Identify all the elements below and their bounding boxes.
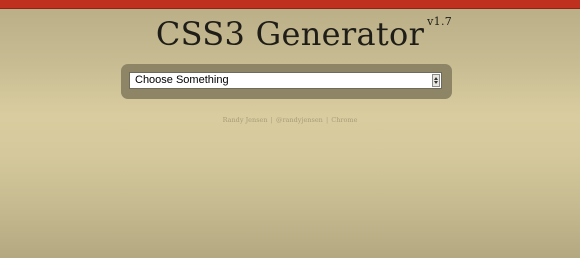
top-accent-bar: [0, 0, 580, 9]
arrow-down-icon: [434, 81, 438, 84]
select-arrow-icon[interactable]: [432, 74, 440, 87]
footer-separator: |: [325, 116, 329, 124]
twitter-link[interactable]: @randyjensen: [276, 116, 323, 124]
browser-link[interactable]: Chrome: [331, 116, 357, 124]
generator-select-value: Choose Something: [135, 74, 229, 86]
footer: Randy Jensen | @randyjensen | Chrome: [0, 116, 580, 125]
page-title: CSS3 Generator v1.7: [155, 14, 452, 54]
page-title-text: CSS3 Generator: [155, 15, 425, 53]
header: CSS3 Generator v1.7: [0, 14, 580, 54]
generator-select-panel: Choose Something: [121, 64, 452, 99]
version-label: v1.7: [427, 15, 453, 28]
arrow-up-icon: [434, 77, 438, 80]
generator-select[interactable]: Choose Something: [129, 72, 442, 89]
footer-separator: |: [270, 116, 273, 124]
author-link[interactable]: Randy Jensen: [223, 116, 268, 124]
